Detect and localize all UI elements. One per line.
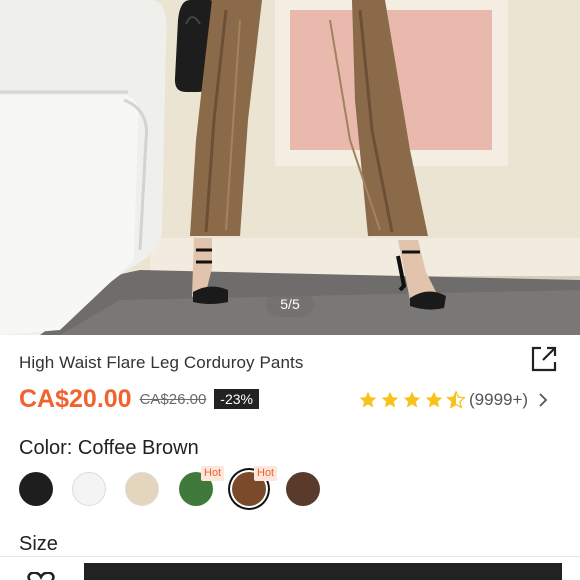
hot-badge: Hot (254, 466, 278, 481)
product-photo (0, 0, 580, 335)
image-pager: 5/5 (266, 292, 314, 317)
wishlist-icon[interactable] (22, 572, 60, 580)
add-to-cart-button[interactable] (84, 563, 562, 580)
star-icon (403, 391, 421, 408)
color-swatch-dark-brown[interactable] (286, 472, 320, 506)
color-swatch-beige[interactable] (125, 472, 159, 506)
rating-link[interactable]: (9999+) (358, 387, 550, 413)
divider (0, 556, 580, 557)
color-swatch-white[interactable] (72, 472, 106, 506)
product-image[interactable]: 5/5 (0, 0, 580, 335)
original-price: CA$26.00 (139, 390, 207, 408)
size-label: Size (19, 533, 58, 555)
sale-price: CA$20.00 (19, 384, 132, 413)
hot-badge: Hot (201, 466, 225, 481)
discount-badge: -23% (214, 389, 259, 409)
star-icon (381, 391, 399, 408)
star-icon (359, 391, 377, 408)
half-star-icon (446, 390, 466, 409)
star-icon (425, 391, 443, 408)
product-title: High Waist Flare Leg Corduroy Pants (19, 353, 304, 372)
share-icon[interactable] (529, 344, 559, 374)
color-swatch-black[interactable] (19, 472, 53, 506)
color-label: Color: Coffee Brown (19, 437, 199, 459)
chevron-right-icon (539, 393, 548, 407)
rating-stars (358, 390, 468, 410)
rating-count: (9999+) (469, 390, 529, 409)
price-row: CA$20.00 CA$26.00 -23% (19, 384, 259, 414)
